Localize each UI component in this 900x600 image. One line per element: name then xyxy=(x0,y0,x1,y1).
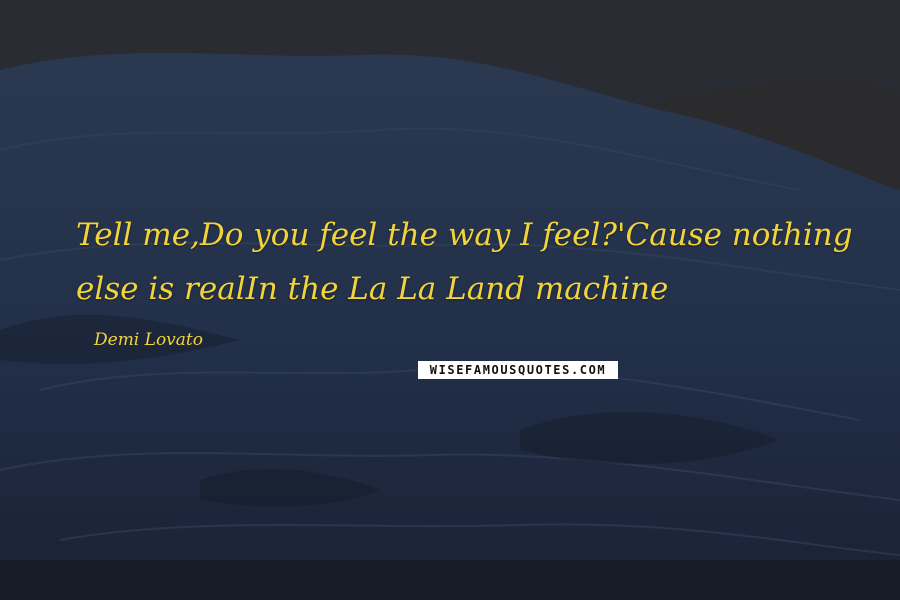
quote-author: Demi Lovato xyxy=(94,330,203,350)
quote-text: Tell me,Do you feel the way I feel?'Caus… xyxy=(76,217,853,307)
quote-card: Tell me,Do you feel the way I feel?'Caus… xyxy=(0,0,900,600)
watermark-badge: WISEFAMOUSQUOTES.COM xyxy=(418,361,618,379)
